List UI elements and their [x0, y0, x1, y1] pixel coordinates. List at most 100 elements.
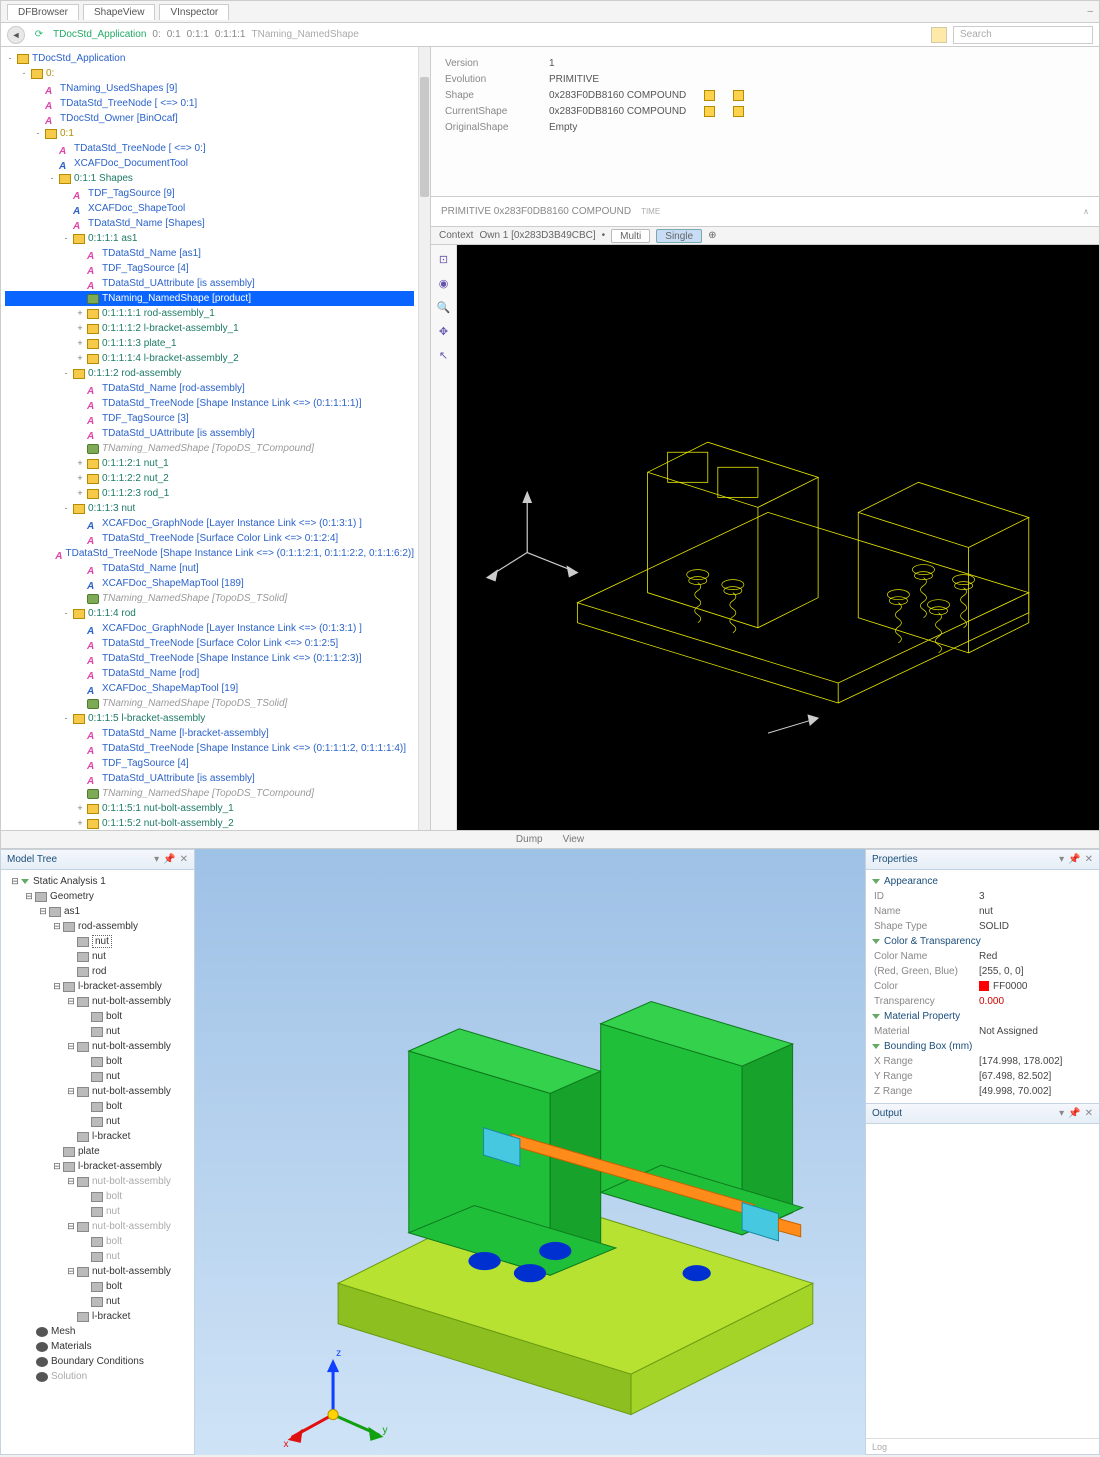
tree-node[interactable]: TDataStd_Name [l-bracket-assembly] [5, 726, 414, 741]
model-tree-node[interactable]: Materials [5, 1339, 190, 1354]
tree-node[interactable]: XCAFDoc_DocumentTool [5, 156, 414, 171]
model-tree-node[interactable]: bolt [5, 1054, 190, 1069]
breadcrumb-part[interactable]: 0:1:1 [187, 29, 209, 40]
tree-node[interactable]: TDataStd_UAttribute [is assembly] [5, 771, 414, 786]
model-tree-node[interactable]: ⊟as1 [5, 904, 190, 919]
tool-zoom[interactable]: 🔍 [437, 301, 451, 315]
property-section-header[interactable]: Material Property [872, 1011, 1091, 1022]
tree-node[interactable]: XCAFDoc_ShapeMapTool [19] [5, 681, 414, 696]
property-section-header[interactable]: Color & Transparency [872, 936, 1091, 947]
tree-node[interactable]: TDataStd_TreeNode [ <=> 0:] [5, 141, 414, 156]
model-tree-node[interactable]: ⊟Static Analysis 1 [5, 874, 190, 889]
model-tree-node[interactable]: nut [5, 1024, 190, 1039]
model-tree-node[interactable]: nut [5, 949, 190, 964]
tree-node[interactable]: -0:1:1:5 l-bracket-assembly [5, 711, 414, 726]
tab-dfbrowser[interactable]: DFBrowser [7, 4, 79, 20]
tree-node[interactable]: XCAFDoc_ShapeMapTool [189] [5, 576, 414, 591]
model-tree-node[interactable]: ⊟l-bracket-assembly [5, 979, 190, 994]
tree-node[interactable]: TNaming_NamedShape [TopoDS_TCompound] [5, 441, 414, 456]
multi-mode[interactable]: Multi [611, 229, 650, 243]
tree-node[interactable]: TNaming_NamedShape [TopoDS_TCompound] [5, 786, 414, 801]
model-tree-node[interactable]: ⊟rod-assembly [5, 919, 190, 934]
tree-node[interactable]: TDataStd_TreeNode [Shape Instance Link <… [5, 741, 414, 756]
model-tree-node[interactable]: bolt [5, 1009, 190, 1024]
tree-node[interactable]: TDataStd_TreeNode [Shape Instance Link <… [5, 651, 414, 666]
status-dump[interactable]: Dump [516, 834, 543, 845]
search-input[interactable]: Search [953, 26, 1093, 44]
panel-menu-icon[interactable]: ▾ [154, 854, 159, 865]
tree-node[interactable]: +0:1:1:5:1 nut-bolt-assembly_1 [5, 801, 414, 816]
tree-node[interactable]: +0:1:1:1:1 rod-assembly_1 [5, 306, 414, 321]
tree-node[interactable]: XCAFDoc_GraphNode [Layer Instance Link <… [5, 621, 414, 636]
panel-close-icon[interactable]: ✕ [1085, 854, 1093, 865]
tool-rotate[interactable]: ◉ [437, 277, 451, 291]
tree-node[interactable]: -0:1:1:2 rod-assembly [5, 366, 414, 381]
wireframe-viewport[interactable] [457, 245, 1099, 830]
tree-node[interactable]: -0:1:1:1 as1 [5, 231, 414, 246]
model-tree-node[interactable]: nut [5, 934, 190, 949]
tree-node[interactable]: TDF_TagSource [4] [5, 261, 414, 276]
model-tree-node[interactable]: ⊟nut-bolt-assembly [5, 1039, 190, 1054]
property-section-header[interactable]: Appearance [872, 876, 1091, 887]
tree-node[interactable]: +0:1:1:2:3 rod_1 [5, 486, 414, 501]
tree-node[interactable]: TDataStd_TreeNode [Surface Color Link <=… [5, 636, 414, 651]
expand-icon[interactable]: ⊕ [708, 230, 716, 241]
model-tree-node[interactable]: rod [5, 964, 190, 979]
tree-node[interactable]: TDF_TagSource [4] [5, 756, 414, 771]
tree-node[interactable]: -0:1:1 Shapes [5, 171, 414, 186]
status-view[interactable]: View [563, 834, 585, 845]
model-tree-node[interactable]: Boundary Conditions [5, 1354, 190, 1369]
model-tree-node[interactable]: l-bracket [5, 1309, 190, 1324]
highlight-toggle[interactable] [931, 27, 947, 43]
panel-close-icon[interactable]: ✕ [180, 854, 188, 865]
tree-node[interactable]: TNaming_UsedShapes [9] [5, 81, 414, 96]
tree-node[interactable]: -0:1:1:3 nut [5, 501, 414, 516]
model-tree-node[interactable]: bolt [5, 1279, 190, 1294]
tree-node[interactable]: TDataStd_TreeNode [Surface Color Link <=… [5, 531, 414, 546]
model-tree-node[interactable]: nut [5, 1294, 190, 1309]
tree-node[interactable]: TDF_TagSource [9] [5, 186, 414, 201]
model-tree-node[interactable]: bolt [5, 1099, 190, 1114]
model-tree-node[interactable]: ⊟nut-bolt-assembly [5, 994, 190, 1009]
tree-node[interactable]: TNaming_NamedShape [product] [5, 291, 414, 306]
render-viewport[interactable]: z y x [195, 849, 865, 1455]
tool-select[interactable]: ↖ [437, 349, 451, 363]
model-tree-node[interactable]: ⊟l-bracket-assembly [5, 1159, 190, 1174]
shape-link-icon[interactable] [733, 90, 744, 101]
breadcrumb-part[interactable]: 0: [152, 29, 160, 40]
model-tree-node[interactable]: nut [5, 1114, 190, 1129]
output-footer-tab[interactable]: Log [866, 1438, 1099, 1454]
tree-node[interactable]: TDataStd_Name [rod-assembly] [5, 381, 414, 396]
breadcrumb-part[interactable]: 0:1:1:1 [215, 29, 246, 40]
breadcrumb-root[interactable]: TDocStd_Application [53, 29, 146, 40]
back-button[interactable]: ◄ [7, 26, 25, 44]
model-tree-node[interactable]: ⊟nut-bolt-assembly [5, 1084, 190, 1099]
tab-shapeview[interactable]: ShapeView [83, 4, 155, 20]
tree-node[interactable]: TDataStd_TreeNode [ <=> 0:1] [5, 96, 414, 111]
tree-node[interactable]: TDataStd_UAttribute [is assembly] [5, 426, 414, 441]
tree-node[interactable]: TDataStd_Name [as1] [5, 246, 414, 261]
model-tree-node[interactable]: bolt [5, 1234, 190, 1249]
panel-pin-icon[interactable]: 📌 [1068, 854, 1080, 865]
reload-button[interactable]: ⟳ [31, 27, 47, 43]
tree-node[interactable]: TDataStd_TreeNode [Shape Instance Link <… [5, 396, 414, 411]
tree-node[interactable]: TDocStd_Owner [BinOcaf] [5, 111, 414, 126]
tree-node[interactable]: -TDocStd_Application [5, 51, 414, 66]
model-tree-node[interactable]: plate [5, 1144, 190, 1159]
tab-vinspector[interactable]: VInspector [159, 4, 229, 20]
tree-node[interactable]: +0:1:1:1:4 l-bracket-assembly_2 [5, 351, 414, 366]
model-tree-node[interactable]: l-bracket [5, 1129, 190, 1144]
tree-node[interactable]: TDataStd_Name [nut] [5, 561, 414, 576]
tree-node[interactable]: -0:1:1:4 rod [5, 606, 414, 621]
tree-node[interactable]: TDataStd_Name [Shapes] [5, 216, 414, 231]
property-section-header[interactable]: Bounding Box (mm) [872, 1041, 1091, 1052]
tree-node[interactable]: TDF_TagSource [3] [5, 411, 414, 426]
model-tree-node[interactable]: ⊟Geometry [5, 889, 190, 904]
shape-link-icon[interactable] [704, 106, 715, 117]
model-tree-node[interactable]: bolt [5, 1189, 190, 1204]
tree-node[interactable]: TDataStd_Name [rod] [5, 666, 414, 681]
tree-node[interactable]: TNaming_NamedShape [TopoDS_TSolid] [5, 696, 414, 711]
tree-node[interactable]: +0:1:1:5:2 nut-bolt-assembly_2 [5, 816, 414, 830]
model-tree-node[interactable]: Mesh [5, 1324, 190, 1339]
tree-node[interactable]: TNaming_NamedShape [TopoDS_TSolid] [5, 591, 414, 606]
